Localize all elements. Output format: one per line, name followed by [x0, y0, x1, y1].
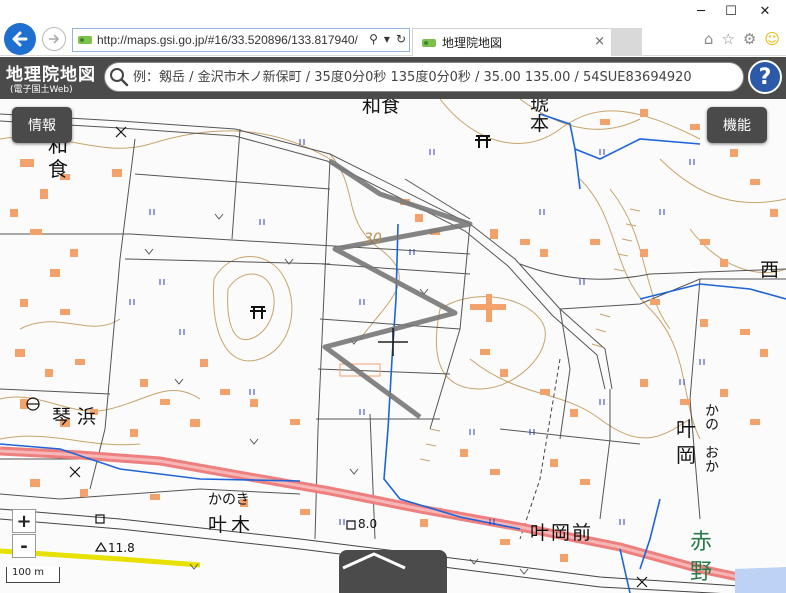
address-url: http://maps.gsi.go.jp/#16/33.520896/133.… [97, 33, 358, 47]
back-button[interactable] [4, 23, 36, 55]
place-label-kanooka-kana-2: おか [703, 445, 719, 473]
home-icon[interactable]: ⌂ [704, 30, 714, 48]
elevation-point-2: 11.8 [108, 541, 135, 555]
map-layer [0, 99, 786, 593]
chevron-up-icon [342, 552, 406, 570]
cliff-hatch [419, 208, 641, 462]
search-icon [110, 68, 129, 87]
place-label-washoku-top: 和食 [362, 99, 401, 117]
dropdown-arrow-icon[interactable]: ▾ [384, 32, 390, 46]
scale-bar: 100 m [6, 567, 60, 583]
close-window-button[interactable]: ✕ [750, 0, 780, 22]
forward-button[interactable] [42, 27, 66, 51]
refresh-icon[interactable]: ↻ [396, 32, 406, 46]
site-favicon-icon [78, 36, 92, 44]
app-header: 地理院地図 (電子国土Web) ? [0, 57, 786, 99]
water-body [735, 567, 786, 593]
arrow-right-icon [49, 34, 60, 44]
minimize-button[interactable]: ─ [686, 0, 716, 22]
place-label-kanooka-kana-1: かの [703, 403, 719, 431]
screen: ─ ☐ ✕ http://maps.gsi.go.jp/#16/33.52089… [0, 0, 786, 593]
place-label-kotohama: 琴浜 [52, 406, 103, 428]
tab-favicon-icon [422, 38, 436, 47]
place-label-kanoki-kana: かのき [208, 492, 250, 508]
search-icon[interactable]: ⚲ [369, 32, 378, 46]
place-label-kanoki: 叶木 [208, 514, 255, 536]
place-label-shoku: 食 [48, 157, 68, 181]
window-titlebar: ─ ☐ ✕ [0, 0, 786, 22]
map-canvas[interactable]: 和食 和 食 琥 本 西 琴浜 叶 岡 かの おか かのき 叶木 叶岡前 赤 野… [0, 99, 786, 593]
favorites-star-icon[interactable]: ☆ [721, 30, 734, 48]
place-label-kanooka-mae: 叶岡前 [530, 522, 594, 544]
place-label-kanooka-2: 岡 [676, 443, 696, 467]
zoom-out-button[interactable]: - [12, 534, 36, 558]
search-input[interactable] [133, 69, 733, 85]
settings-gear-icon[interactable]: ⚙ [743, 30, 756, 48]
address-tools: ⚲ ▾ ↻ [369, 32, 406, 46]
new-tab-button[interactable] [612, 28, 642, 56]
tab-title: 地理院地図 [442, 36, 503, 50]
place-label-nishi: 西 [760, 259, 780, 281]
bottom-panel-toggle[interactable] [339, 550, 447, 593]
contour-lines [0, 99, 786, 446]
address-bar[interactable]: http://maps.gsi.go.jp/#16/33.520896/133.… [72, 28, 410, 52]
app-logo-subtitle: (電子国土Web) [10, 85, 73, 95]
smiley-feedback-icon[interactable]: ☺ [764, 30, 780, 48]
contour-value-label: 30 [364, 231, 382, 247]
tab-close-button[interactable]: × [594, 34, 605, 49]
browser-tab[interactable]: 地理院地図 × [412, 28, 612, 56]
function-button[interactable]: 機能 [707, 107, 767, 143]
place-label-kanooka-1: 叶 [676, 417, 696, 441]
help-button[interactable]: ? [748, 60, 782, 94]
search-box [104, 62, 744, 92]
info-button[interactable]: 情報 [12, 107, 72, 143]
place-label-akano-2: 野 [690, 560, 713, 585]
place-label-akano-1: 赤 [690, 530, 713, 555]
maximize-button[interactable]: ☐ [716, 0, 746, 22]
elevation-point-1: 8.0 [358, 517, 378, 531]
place-label-top-right-2: 本 [530, 113, 550, 135]
browser-tools: ⌂ ☆ ⚙ ☺ [704, 30, 780, 48]
arrow-left-icon [12, 31, 28, 47]
browser-navbar: http://maps.gsi.go.jp/#16/33.520896/133.… [0, 22, 786, 56]
zoom-in-button[interactable]: + [12, 509, 36, 533]
